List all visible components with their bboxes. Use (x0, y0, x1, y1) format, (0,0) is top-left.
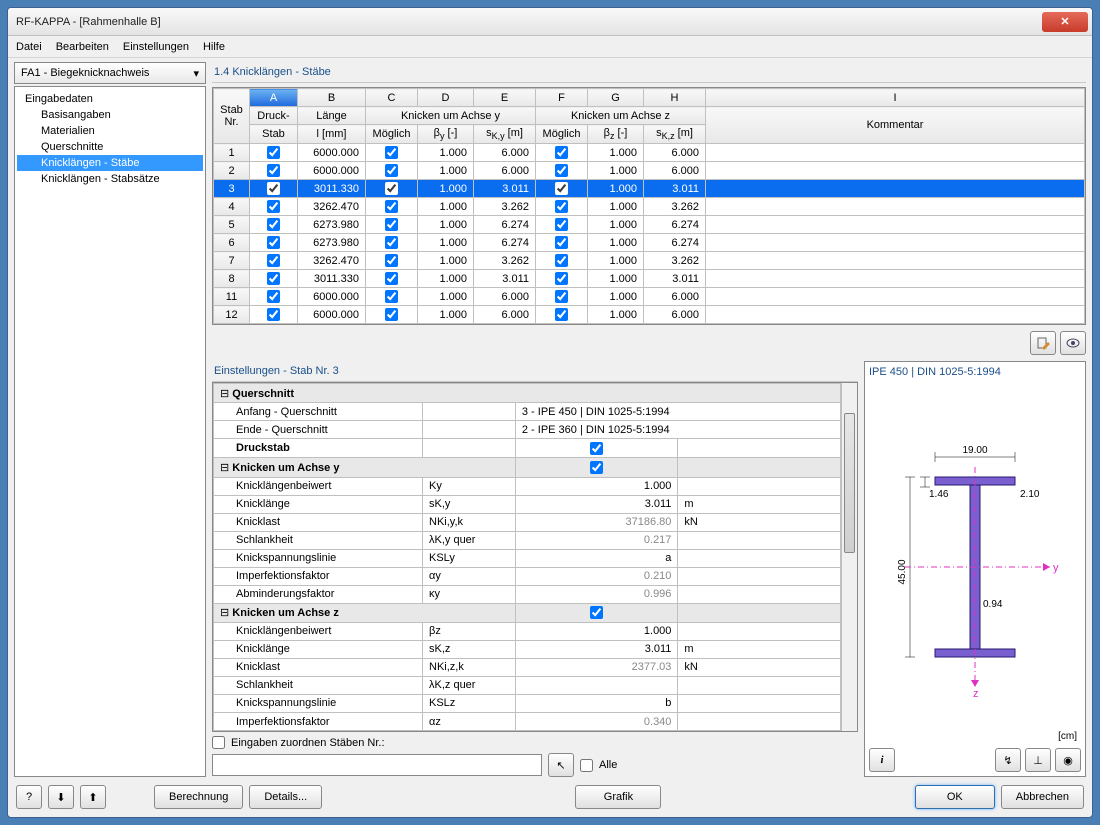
y-checkbox[interactable] (385, 308, 398, 321)
svg-text:19.00: 19.00 (962, 445, 987, 456)
tree-basisangaben[interactable]: Basisangaben (17, 107, 203, 123)
pick-button[interactable]: ↖ (548, 753, 574, 777)
import-button[interactable]: ⬇ (48, 785, 74, 809)
z-checkbox[interactable] (555, 272, 568, 285)
druck-checkbox[interactable] (267, 236, 280, 249)
dim-toggle-button[interactable]: ⊥ (1025, 748, 1051, 772)
settings-scrollbar[interactable] (841, 383, 857, 731)
menu-help[interactable]: Hilfe (203, 41, 225, 53)
case-dropdown-label: FA1 - Biegeknicknachweis (21, 67, 149, 79)
table-row[interactable]: 26000.0001.0006.0001.0006.000 (214, 162, 1085, 180)
grafik-button[interactable]: Grafik (575, 785, 661, 809)
z-checkbox[interactable] (555, 254, 568, 267)
y-checkbox[interactable] (385, 146, 398, 159)
y-checkbox[interactable] (385, 272, 398, 285)
titlebar: RF-KAPPA - [Rahmenhalle B] ✕ (8, 8, 1092, 36)
cross-section-graphic: 19.00 45.00 1.46 2.10 0.94 y z (869, 382, 1081, 731)
menu-settings[interactable]: Einstellungen (123, 41, 189, 53)
edit-button[interactable] (1030, 331, 1056, 355)
export-button[interactable]: ⬆ (80, 785, 106, 809)
z-checkbox[interactable] (555, 146, 568, 159)
settings-panel: QuerschnittAnfang - Querschnitt3 - IPE 4… (212, 382, 858, 732)
section-title: 1.4 Knicklängen - Stäbe (212, 62, 1086, 83)
main-grid: StabNr.ABCDEFGHIDruck-LängeKnicken um Ac… (212, 87, 1086, 325)
nav-tree: Eingabedaten Basisangaben Materialien Qu… (14, 86, 206, 777)
druck-checkbox[interactable] (267, 272, 280, 285)
svg-text:2.10: 2.10 (1020, 489, 1040, 500)
bottom-bar: ? ⬇ ⬆ Berechnung Details... Grafik OK Ab… (8, 777, 1092, 817)
calc-button[interactable]: Berechnung (154, 785, 243, 809)
menu-edit[interactable]: Bearbeiten (56, 41, 109, 53)
menubar: Datei Bearbeiten Einstellungen Hilfe (8, 36, 1092, 58)
druck-checkbox[interactable] (267, 290, 280, 303)
table-row[interactable]: 116000.0001.0006.0001.0006.000 (214, 288, 1085, 306)
assign-label: Eingaben zuordnen Stäben Nr.: (231, 737, 385, 749)
z-checkbox[interactable] (555, 218, 568, 231)
table-row[interactable]: 43262.4701.0003.2621.0003.262 (214, 198, 1085, 216)
y-checkbox[interactable] (385, 182, 398, 195)
preview-title: IPE 450 | DIN 1025-5:1994 (869, 366, 1081, 378)
y-checkbox[interactable] (385, 290, 398, 303)
svg-text:1.46: 1.46 (929, 489, 949, 500)
z-checkbox[interactable] (555, 182, 568, 195)
chevron-down-icon: ▾ (193, 67, 199, 80)
assign-row: Eingaben zuordnen Stäben Nr.: (212, 736, 858, 749)
y-checkbox[interactable] (385, 200, 398, 213)
tree-root[interactable]: Eingabedaten (17, 91, 203, 107)
y-checkbox[interactable] (385, 236, 398, 249)
z-checkbox[interactable] (555, 236, 568, 249)
render-button[interactable]: ◉ (1055, 748, 1081, 772)
app-window: RF-KAPPA - [Rahmenhalle B] ✕ Datei Bearb… (7, 7, 1093, 818)
tree-knicklaengen-staebe[interactable]: Knicklängen - Stäbe (17, 155, 203, 171)
z-checkbox[interactable] (555, 308, 568, 321)
druck-checkbox[interactable] (267, 146, 280, 159)
assign-input[interactable] (212, 754, 542, 776)
tree-materialien[interactable]: Materialien (17, 123, 203, 139)
z-checkbox[interactable] (555, 164, 568, 177)
settings-title: Einstellungen - Stab Nr. 3 (212, 361, 858, 382)
preview-unit: [cm] (869, 731, 1081, 742)
close-button[interactable]: ✕ (1042, 12, 1088, 32)
preview-panel: IPE 450 | DIN 1025-5:1994 (864, 361, 1086, 777)
table-row[interactable]: 66273.9801.0006.2741.0006.274 (214, 234, 1085, 252)
druck-checkbox[interactable] (267, 218, 280, 231)
alle-label: Alle (599, 759, 617, 771)
ok-button[interactable]: OK (915, 785, 995, 809)
view-button[interactable] (1060, 331, 1086, 355)
svg-text:0.94: 0.94 (983, 599, 1003, 610)
svg-text:y: y (1053, 562, 1059, 574)
druck-checkbox[interactable] (267, 254, 280, 267)
y-checkbox[interactable] (385, 218, 398, 231)
table-row[interactable]: 126000.0001.0006.0001.0006.000 (214, 306, 1085, 324)
druck-checkbox[interactable] (267, 200, 280, 213)
table-row[interactable]: 73262.4701.0003.2621.0003.262 (214, 252, 1085, 270)
alle-checkbox[interactable] (580, 759, 593, 772)
table-row[interactable]: 83011.3301.0003.0111.0003.011 (214, 270, 1085, 288)
case-dropdown[interactable]: FA1 - Biegeknicknachweis ▾ (14, 62, 206, 84)
svg-text:z: z (973, 688, 979, 700)
y-checkbox[interactable] (385, 254, 398, 267)
help-button[interactable]: ? (16, 785, 42, 809)
z-checkbox[interactable] (555, 290, 568, 303)
details-button[interactable]: Details... (249, 785, 322, 809)
info-button[interactable]: i (869, 748, 895, 772)
menu-file[interactable]: Datei (16, 41, 42, 53)
druck-checkbox[interactable] (267, 308, 280, 321)
tree-querschnitte[interactable]: Querschnitte (17, 139, 203, 155)
table-row[interactable]: 33011.3301.0003.0111.0003.011 (214, 180, 1085, 198)
svg-text:45.00: 45.00 (897, 559, 908, 584)
assign-checkbox[interactable] (212, 736, 225, 749)
cancel-button[interactable]: Abbrechen (1001, 785, 1084, 809)
window-title: RF-KAPPA - [Rahmenhalle B] (16, 16, 1042, 28)
table-row[interactable]: 56273.9801.0006.2741.0006.274 (214, 216, 1085, 234)
y-checkbox[interactable] (385, 164, 398, 177)
z-checkbox[interactable] (555, 200, 568, 213)
table-row[interactable]: 16000.0001.0006.0001.0006.000 (214, 144, 1085, 162)
druck-checkbox[interactable] (267, 182, 280, 195)
druck-checkbox[interactable] (267, 164, 280, 177)
axis-button[interactable]: ↯ (995, 748, 1021, 772)
tree-knicklaengen-stabsaetze[interactable]: Knicklängen - Stabsätze (17, 171, 203, 187)
